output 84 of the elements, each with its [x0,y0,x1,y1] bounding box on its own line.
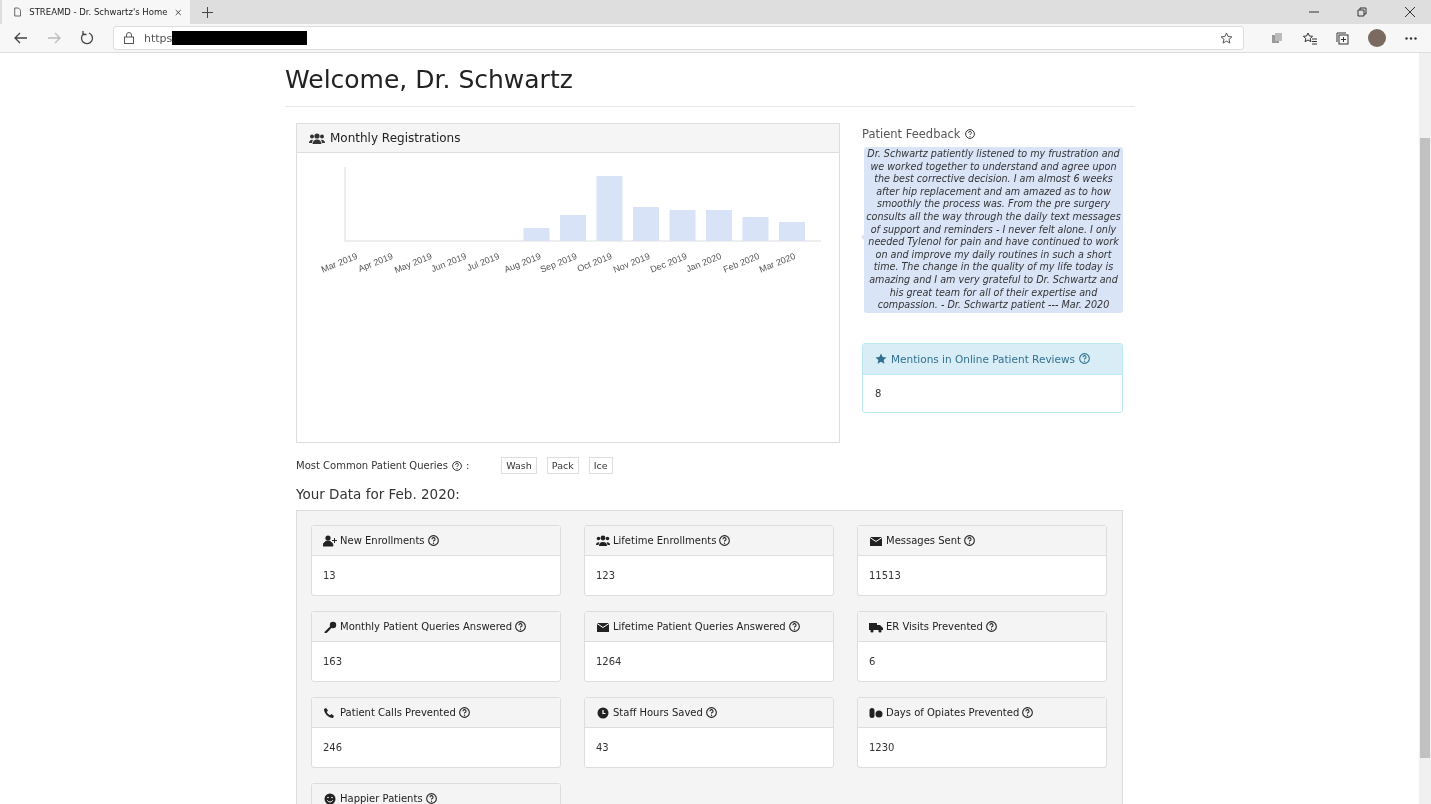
close-icon[interactable] [175,7,182,17]
star-icon [875,352,887,365]
close-icon[interactable] [1405,7,1415,17]
stat-title: ER Visits Prevented [886,621,983,632]
page-title: Welcome, Dr. Schwartz [285,53,1135,107]
query-tag: Pack [546,457,579,474]
query-tag: Ice [588,457,613,474]
scrollbar[interactable] [1419,53,1431,804]
stat-value: 1264 [596,656,622,667]
stat-title: New Enrollments [340,535,425,546]
favorites-icon[interactable] [1302,31,1317,45]
user-plus-icon [323,534,337,547]
refresh-icon[interactable] [80,31,94,45]
help-icon[interactable] [985,621,997,632]
stat-value: 1230 [869,742,895,753]
help-icon[interactable] [705,707,717,718]
new-tab-icon[interactable] [202,6,213,18]
help-icon[interactable] [451,460,462,471]
card-value: 8 [875,387,882,399]
phone-icon [323,706,337,719]
stat-title: Staff Hours Saved [613,707,703,718]
chart-bar [560,215,586,241]
more-icon[interactable] [1405,36,1417,40]
page-icon [14,6,22,18]
star-icon[interactable] [1220,31,1233,45]
help-icon[interactable] [788,621,800,632]
key-icon [323,620,337,633]
colon-text: : [465,460,470,471]
card-title: Monthly Registrations [330,131,461,145]
url-text: https [144,31,173,45]
browser-tab[interactable]: STREAMD - Dr. Schwartz's Home [2,0,190,24]
help-icon[interactable] [515,621,527,632]
chart-bar [706,210,732,241]
section-heading: Your Data for Feb. 2020: [296,486,461,502]
stat-value: 123 [596,570,616,581]
stat-value: 163 [323,656,343,667]
stat-title: Happier Patients [340,793,423,804]
clock-icon [596,706,610,719]
address-bar[interactable]: https [113,26,1244,50]
mail-icon [869,534,883,547]
stat-value: 246 [323,742,343,753]
back-icon[interactable] [14,32,28,44]
axis-label: Mar 2019 [319,251,359,275]
pills-icon [869,706,883,719]
stat-value: 11513 [869,570,901,581]
queries-label: Most Common Patient Queries [296,460,448,471]
chart-bar [779,222,805,241]
restore-icon[interactable] [1357,7,1367,17]
mail-icon [596,620,610,633]
extension-icon[interactable] [1271,32,1283,44]
stat-value: 43 [596,742,609,753]
help-icon[interactable] [425,793,437,804]
profile-avatar[interactable] [1368,29,1386,47]
chart-bar [742,217,769,241]
lock-icon [124,32,134,44]
help-icon[interactable] [965,129,976,139]
help-icon[interactable] [964,535,975,546]
chart-bar [596,176,623,241]
help-icon[interactable] [719,535,731,546]
collections-icon[interactable] [1336,31,1349,45]
chart-bar [633,207,659,241]
chart-bar [669,210,696,241]
stat-title: Lifetime Enrollments [613,535,717,546]
stat-title: Days of Opiates Prevented [886,707,1020,718]
feedback-label: Patient Feedback [862,127,961,141]
users-icon [596,534,610,547]
axis-label: Jul 2019 [465,251,501,273]
tab-title: STREAMD - Dr. Schwartz's Home [29,7,168,17]
stat-title: Messages Sent [886,535,961,546]
stat-title: Monthly Patient Queries Answered [340,621,513,632]
stat-value: 13 [323,570,336,581]
stat-value: 6 [869,656,876,667]
chart-bar [523,228,550,241]
query-tag: Wash [501,457,537,474]
help-icon[interactable] [427,535,439,546]
help-icon[interactable] [1022,707,1034,718]
card-title: Mentions in Online Patient Reviews [891,352,1076,365]
help-icon[interactable] [458,707,470,718]
stat-title: Lifetime Patient Queries Answered [613,621,786,632]
stat-title: Patient Calls Prevented [340,707,456,718]
axis-label: Apr 2019 [356,251,394,274]
truck-icon [869,620,883,633]
scrollbar-thumb[interactable] [1420,138,1430,758]
users-icon [309,132,325,144]
